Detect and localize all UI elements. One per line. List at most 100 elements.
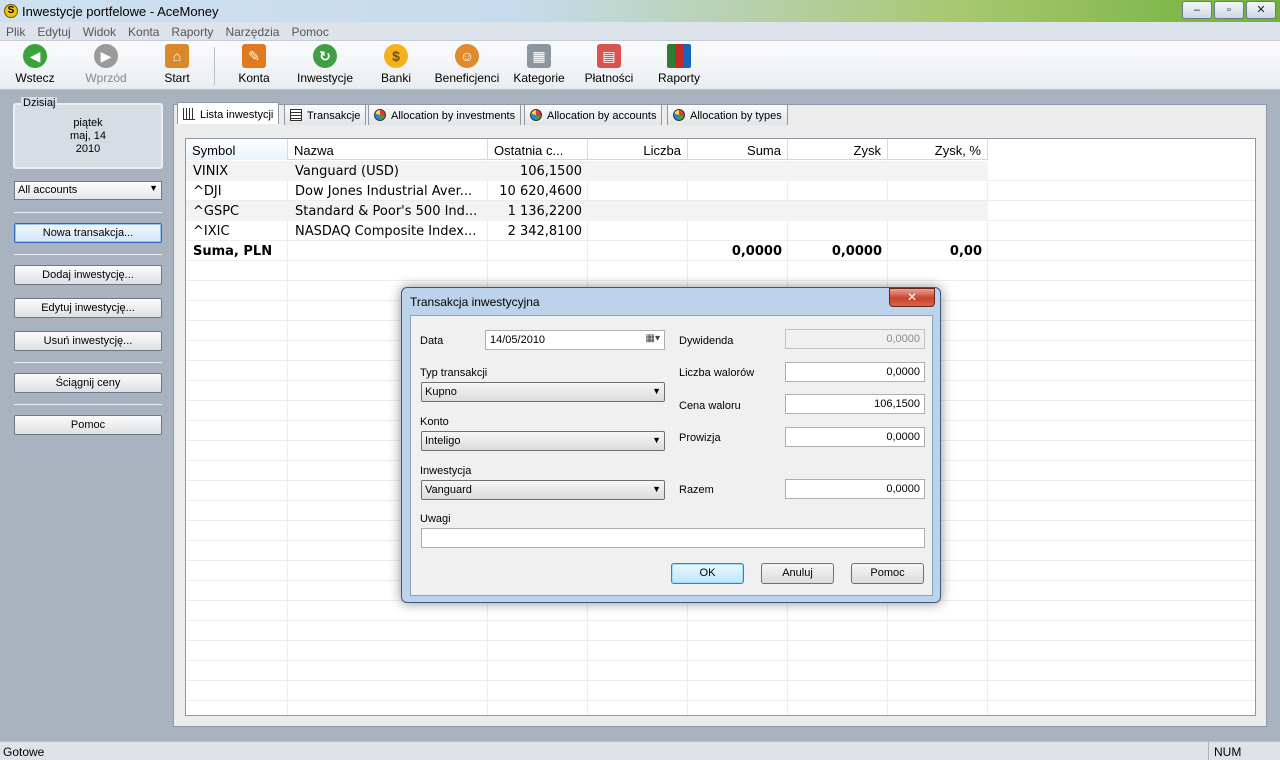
table-row[interactable]: ^DJI Dow Jones Industrial Aver... 10 620… [186, 181, 1255, 201]
menu-edit[interactable]: Edytuj [31, 22, 76, 39]
dividend-field: 0,0000 [785, 329, 925, 349]
table-row[interactable]: ^GSPC Standard & Poor's 500 Ind... 1 136… [186, 201, 1255, 221]
new-transaction-button[interactable]: Nowa transakcja... [14, 223, 162, 243]
account-label: Konto [420, 416, 449, 428]
notes-field[interactable] [421, 528, 925, 548]
cancel-button[interactable]: Anuluj [761, 563, 834, 584]
cell-symbol: ^IXIC [193, 224, 230, 239]
account-filter-select[interactable]: All accounts ▼ [14, 181, 162, 200]
today-year: 2010 [75, 143, 101, 155]
date-field[interactable]: 14/05/2010 ▦▾ [485, 330, 665, 350]
total-profit: 0,0000 [831, 244, 882, 259]
today-day: piątek [73, 117, 103, 129]
menu-tools[interactable]: Narzędzia [219, 22, 285, 39]
menu-accounts[interactable]: Konta [122, 22, 165, 39]
dialog-title: Transakcja inwestycyjna [410, 295, 540, 309]
reports-button[interactable]: Raporty [656, 44, 702, 88]
status-text: Gotowe [3, 745, 45, 759]
pie-chart-icon [530, 109, 542, 121]
pie-chart-icon [673, 109, 685, 121]
total-field[interactable]: 0,0000 [785, 479, 925, 499]
col-sum[interactable]: Suma [688, 139, 788, 160]
accounts-button[interactable]: ✎ Konta [235, 44, 273, 88]
sidebar-divider [14, 362, 162, 363]
cell-last-price: 2 342,8100 [507, 224, 582, 239]
col-symbol[interactable]: Symbol [186, 139, 288, 160]
categories-button[interactable]: ▦ Kategorie [511, 44, 567, 88]
maximize-button[interactable]: ▫ [1214, 1, 1244, 19]
calendar-icon: ▤ [597, 44, 621, 68]
transaction-type-label: Typ transakcji [420, 367, 488, 379]
investments-arrow-icon: ↻ [313, 44, 337, 68]
cell-name: NASDAQ Composite Index... [295, 224, 477, 239]
tab-transactions[interactable]: Transakcje [284, 104, 367, 125]
forward-button[interactable]: ▶ Wprzód [82, 44, 130, 88]
tab-allocation-accounts[interactable]: Allocation by accounts [524, 104, 663, 125]
reports-label: Raporty [657, 71, 701, 85]
arrow-left-icon: ◀ [23, 44, 47, 68]
dialog-help-button[interactable]: Pomoc [851, 563, 924, 584]
forward-label: Wprzód [85, 71, 127, 85]
today-date: maj, 14 [69, 130, 107, 142]
dividend-label: Dywidenda [679, 335, 734, 347]
menu-reports[interactable]: Raporty [165, 22, 219, 39]
price-label: Cena waloru [679, 400, 741, 412]
tab-allocation-investments[interactable]: Allocation by investments [368, 104, 522, 125]
add-investment-button[interactable]: Dodaj inwestycję... [14, 265, 162, 285]
coin-icon: $ [384, 44, 408, 68]
ok-button[interactable]: OK [671, 563, 744, 584]
table-icon [290, 109, 302, 121]
investment-select[interactable]: Vanguard ▼ [421, 480, 665, 500]
download-prices-button[interactable]: Ściągnij ceny [14, 373, 162, 393]
account-value: Inteligo [425, 435, 461, 447]
account-select[interactable]: Inteligo ▼ [421, 431, 665, 451]
table-row[interactable]: VINIX Vanguard (USD) 106,1500 [186, 161, 1255, 181]
boxes-icon: ▦ [527, 44, 551, 68]
minimize-button[interactable]: – [1182, 1, 1212, 19]
col-last-price[interactable]: Ostatnia c... [488, 139, 588, 160]
status-bar: Gotowe NUM [0, 741, 1280, 760]
tab-allocation-types[interactable]: Allocation by types [667, 104, 788, 125]
total-sum: 0,0000 [731, 244, 782, 259]
table-row[interactable]: ^IXIC NASDAQ Composite Index... 2 342,81… [186, 221, 1255, 241]
tab-investment-list[interactable]: Lista inwestycji [177, 102, 280, 124]
cell-name: Dow Jones Industrial Aver... [295, 184, 473, 199]
bar-chart-icon [667, 44, 691, 68]
menu-help[interactable]: Pomoc [285, 22, 334, 39]
col-quantity[interactable]: Liczba [588, 139, 688, 160]
delete-investment-button[interactable]: Usuń inwestycję... [14, 331, 162, 351]
cell-last-price: 10 620,4600 [499, 184, 582, 199]
cell-name: Vanguard (USD) [288, 161, 488, 181]
commission-field[interactable]: 0,0000 [785, 427, 925, 447]
edit-investment-button[interactable]: Edytuj inwestycję... [14, 298, 162, 318]
transaction-type-select[interactable]: Kupno ▼ [421, 382, 665, 402]
banks-button[interactable]: $ Banki [378, 44, 414, 88]
payees-button[interactable]: ☺ Beneficjenci [433, 44, 501, 88]
toolbar-separator [214, 47, 215, 85]
menu-file[interactable]: Plik [0, 22, 31, 39]
payments-button[interactable]: ▤ Płatności [583, 44, 635, 88]
commission-label: Prowizja [679, 432, 721, 444]
shares-field[interactable]: 0,0000 [785, 362, 925, 382]
close-window-button[interactable]: ✕ [1246, 1, 1276, 19]
total-profit-pct: 0,00 [949, 244, 982, 259]
investments-button[interactable]: ↻ Inwestycje [294, 44, 356, 88]
col-name[interactable]: Nazwa [288, 139, 488, 160]
start-button[interactable]: ⌂ Start [160, 44, 194, 88]
menu-bar: Plik Edytuj Widok Konta Raporty Narzędzia Pomo… [0, 22, 1280, 41]
col-profit[interactable]: Zysk [788, 139, 888, 160]
sidebar-help-button[interactable]: Pomoc [14, 415, 162, 435]
price-field[interactable]: 106,1500 [785, 394, 925, 414]
back-button[interactable]: ◀ Wstecz [12, 44, 58, 88]
back-label: Wstecz [15, 71, 55, 85]
accounts-label: Konta [238, 71, 270, 85]
col-profit-pct[interactable]: Zysk, % [888, 139, 988, 160]
calendar-dropdown-icon[interactable]: ▦▾ [646, 333, 660, 344]
menu-view[interactable]: Widok [77, 22, 122, 39]
dialog-close-button[interactable]: ✕ [889, 288, 935, 307]
cell-name: Standard & Poor's 500 Ind... [288, 201, 488, 221]
start-label: Start [164, 71, 190, 85]
today-caption: Dzisiaj [21, 97, 58, 109]
title-bar: S Inwestycje portfelowe - AceMoney – ▫ ✕ [0, 0, 1280, 22]
tab-label: Lista inwestycji [200, 109, 274, 121]
